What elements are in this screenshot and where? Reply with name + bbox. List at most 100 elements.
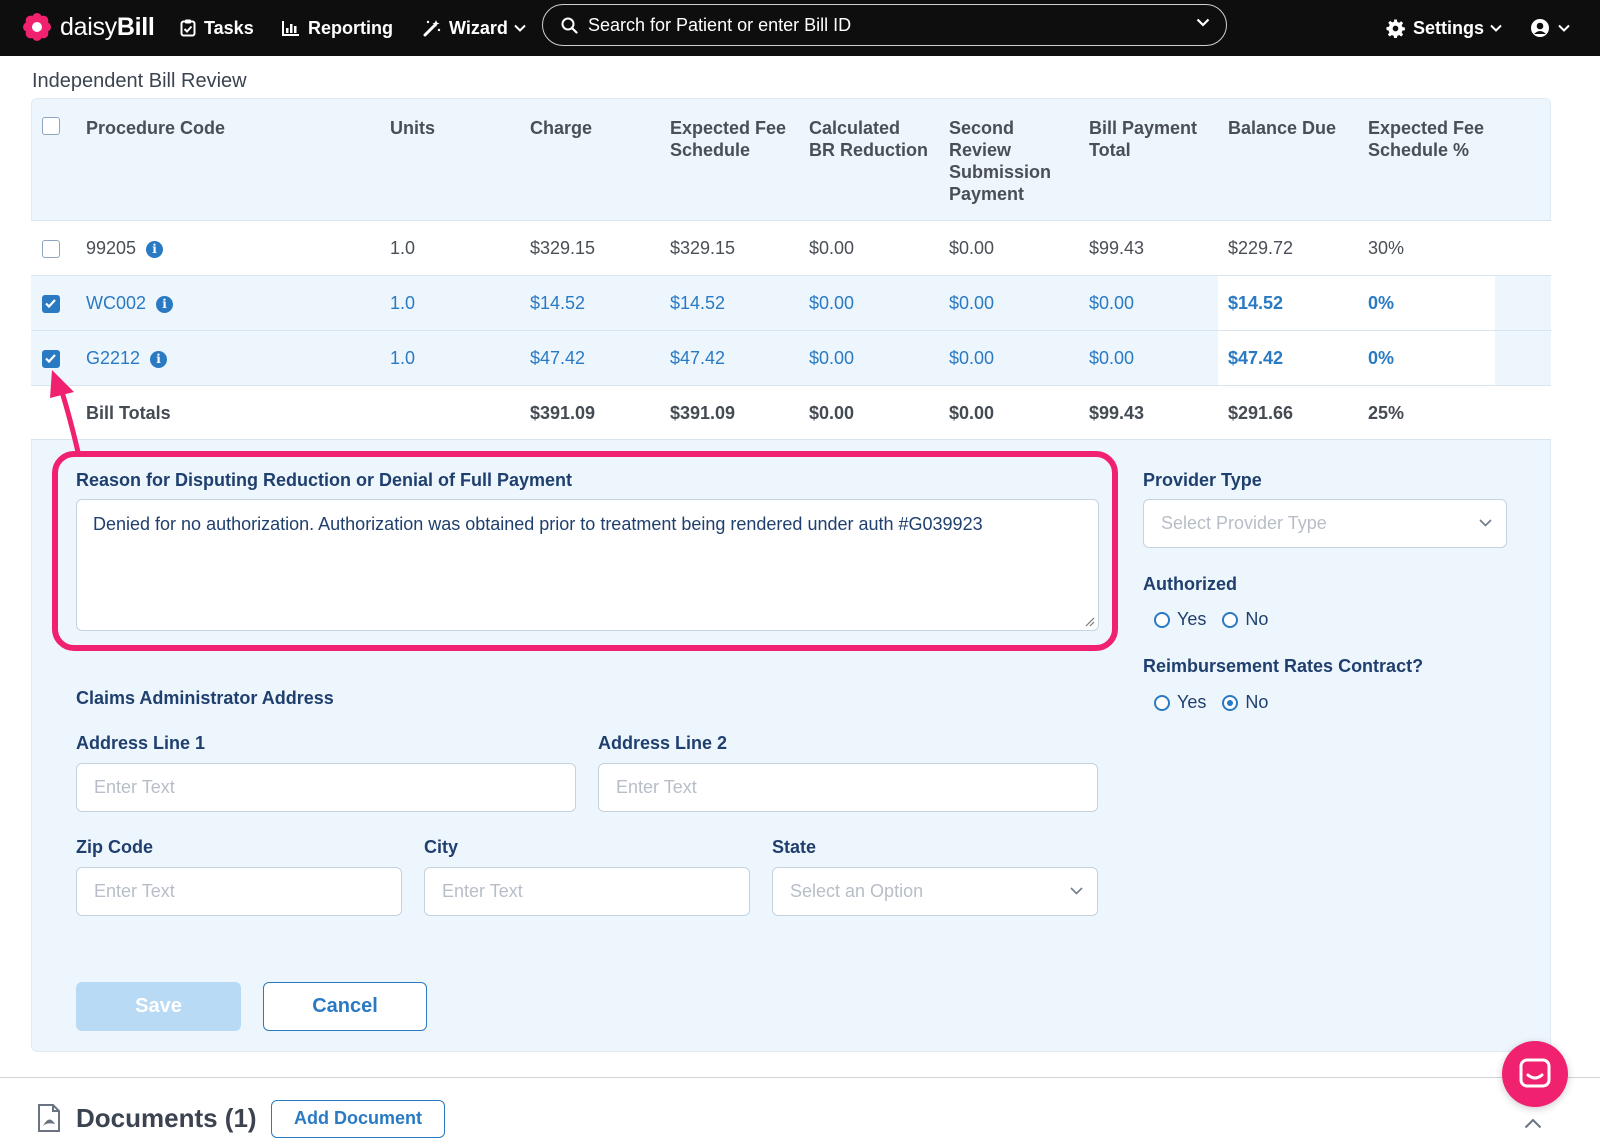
provider-type-select[interactable]: Select Provider Type: [1143, 499, 1507, 548]
select-all-checkbox[interactable]: [42, 117, 60, 135]
city-input[interactable]: Enter Text: [424, 867, 750, 916]
fee-pct-cell: 0%: [1368, 293, 1395, 313]
col-bill-payment-total: Bill Payment Total: [1089, 118, 1198, 160]
provider-type-label: Provider Type: [1143, 470, 1262, 490]
total-charge: $391.09: [530, 403, 596, 423]
balance-due-cell: $14.52: [1228, 293, 1284, 313]
search-icon: [561, 17, 578, 34]
address-line-2-input[interactable]: Enter Text: [598, 763, 1098, 812]
table-header: Procedure Code Units Charge Expected Fee…: [31, 98, 1551, 220]
table-row: WC002 i 1.0 $14.52 $14.52 $0.00 $0.00 $0.…: [31, 275, 1551, 331]
table-row: 99205 i 1.0 $329.15 $329.15 $0.00 $0.00 $…: [31, 220, 1551, 275]
col-expected-fee-schedule: Expected Fee Schedule: [670, 118, 787, 160]
nav-settings[interactable]: Settings: [1386, 13, 1510, 43]
address-line-1-input[interactable]: Enter Text: [76, 763, 576, 812]
reimbursement-no-option[interactable]: No: [1222, 692, 1268, 713]
units-cell: 1.0: [390, 238, 416, 258]
checkmark-icon: [45, 299, 56, 309]
chevron-down-icon[interactable]: [1196, 18, 1210, 27]
col-balance-due: Balance Due: [1228, 118, 1337, 138]
annotation-highlight-box: [52, 451, 1118, 651]
total-second-review: $0.00: [949, 403, 995, 423]
gear-icon: [1386, 18, 1405, 38]
logo-text-suffix: Bill: [116, 12, 155, 41]
expected-fee-cell: $329.15: [670, 238, 736, 258]
charge-cell: $14.52: [530, 293, 586, 313]
balance-due-cell: $47.42: [1228, 348, 1284, 368]
chevron-down-icon: [1490, 24, 1502, 32]
city-label: City: [424, 837, 459, 857]
radio-button-selected[interactable]: [1222, 694, 1239, 711]
address-line-1-label: Address Line 1: [76, 733, 206, 753]
provider-type-placeholder: Select Provider Type: [1161, 513, 1327, 533]
radio-button[interactable]: [1154, 694, 1170, 711]
col-units: Units: [390, 118, 435, 138]
chevron-down-icon: [1070, 887, 1083, 895]
pdf-document-icon: [38, 1104, 60, 1132]
chevron-down-icon: [1479, 519, 1492, 527]
add-document-button[interactable]: Add Document: [271, 1100, 445, 1138]
checkmark-icon: [45, 354, 56, 364]
info-icon[interactable]: i: [146, 240, 164, 258]
bar-chart-icon: [282, 21, 299, 36]
state-select[interactable]: Select an Option: [772, 867, 1098, 916]
cancel-button[interactable]: Cancel: [263, 982, 427, 1031]
save-button[interactable]: Save: [76, 982, 241, 1031]
col-expected-fee-schedule-pct: Expected Fee Schedule %: [1368, 118, 1485, 160]
info-icon[interactable]: i: [156, 295, 174, 313]
nav-reporting[interactable]: Reporting: [282, 13, 393, 43]
reimbursement-yes-option[interactable]: Yes: [1154, 692, 1206, 713]
chevron-down-icon: [1558, 24, 1570, 32]
chevron-down-icon: [514, 24, 526, 32]
authorized-no-option[interactable]: No: [1222, 609, 1268, 630]
claims-address-label: Claims Administrator Address: [76, 688, 334, 708]
authorized-yes-option[interactable]: Yes: [1154, 609, 1206, 630]
expected-fee-cell: $47.42: [670, 348, 726, 368]
radio-button[interactable]: [1154, 611, 1170, 628]
state-label: State: [772, 837, 817, 857]
section-divider: [0, 1077, 1600, 1078]
row-checkbox[interactable]: [42, 350, 60, 368]
expected-fee-cell: $14.52: [670, 293, 726, 313]
total-balance-due: $291.66: [1228, 403, 1294, 423]
bill-payment-cell: $0.00: [1089, 348, 1135, 368]
user-account-menu[interactable]: [1530, 13, 1578, 43]
top-navigation: daisyBill Tasks Reporting Wizard Search …: [0, 0, 1600, 56]
br-reduction-cell: $0.00: [809, 348, 855, 368]
logo-text-prefix: daisy: [60, 12, 117, 41]
col-procedure-code: Procedure Code: [86, 118, 226, 138]
documents-title: Documents (1): [76, 1103, 257, 1133]
radio-button[interactable]: [1222, 611, 1239, 628]
search-placeholder: Search for Patient or enter Bill ID: [588, 14, 852, 35]
chat-launcher-button[interactable]: [1502, 1041, 1568, 1107]
nav-tasks-label: Tasks: [204, 17, 254, 38]
info-icon[interactable]: i: [150, 350, 168, 368]
user-circle-icon: [1531, 19, 1549, 37]
nav-reporting-label: Reporting: [308, 17, 393, 38]
zip-code-input[interactable]: Enter Text: [76, 867, 402, 916]
total-fee-pct: 25%: [1368, 403, 1405, 423]
br-reduction-cell: $0.00: [809, 238, 855, 258]
patient-search-input[interactable]: Search for Patient or enter Bill ID: [542, 4, 1227, 46]
nav-wizard[interactable]: Wizard: [423, 13, 534, 43]
row-checkbox[interactable]: [42, 295, 60, 313]
nav-tasks[interactable]: Tasks: [180, 13, 254, 43]
section-title: Independent Bill Review: [32, 70, 247, 92]
nav-settings-label: Settings: [1413, 17, 1485, 38]
charge-cell: $329.15: [530, 238, 596, 258]
authorized-radio-group: Yes No: [1154, 609, 1284, 630]
daisybill-logo[interactable]: daisyBill: [22, 10, 155, 44]
chevron-up-icon[interactable]: [1524, 1118, 1542, 1129]
reimbursement-radio-group: Yes No: [1154, 692, 1284, 713]
zip-code-label: Zip Code: [76, 837, 153, 857]
units-cell: 1.0: [390, 348, 416, 368]
magic-wand-icon: [423, 20, 441, 37]
row-checkbox[interactable]: [42, 240, 60, 258]
total-bill-payment: $99.43: [1089, 403, 1145, 423]
total-br-reduction: $0.00: [809, 403, 855, 423]
total-expected-fee: $391.09: [670, 403, 736, 423]
procedure-code-cell: 99205 i: [86, 221, 164, 276]
fee-pct-cell: 0%: [1368, 348, 1395, 368]
daisy-flower-icon: [22, 12, 52, 42]
bill-payment-cell: $99.43: [1089, 238, 1145, 258]
